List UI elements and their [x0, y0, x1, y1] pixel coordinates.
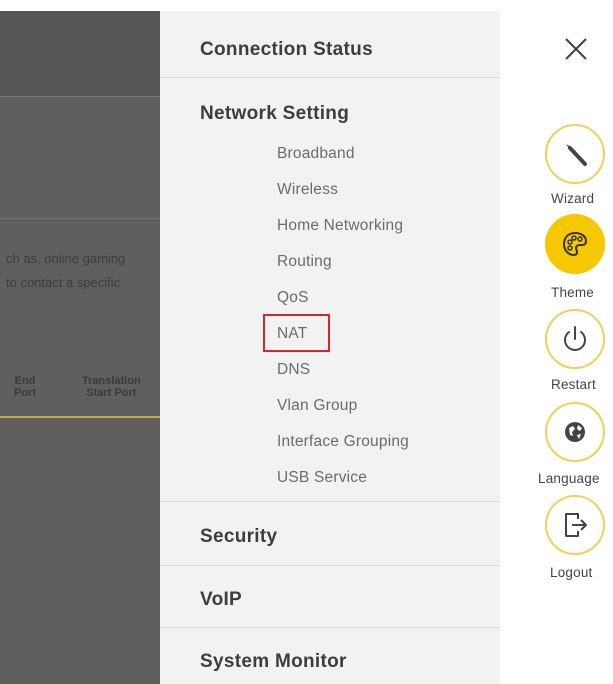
wizard-label[interactable]: Wizard	[551, 191, 594, 206]
theme-button[interactable]	[545, 214, 605, 274]
background-description-line: ch as, online gaming	[6, 251, 126, 266]
theme-label[interactable]: Theme	[551, 285, 594, 300]
restart-label[interactable]: Restart	[551, 377, 596, 392]
wizard-wand-icon	[566, 144, 587, 166]
submenu-vlan-group[interactable]: Vlan Group	[277, 397, 357, 415]
menu-system-monitor[interactable]: System Monitor	[200, 651, 347, 673]
menu-network-setting[interactable]: Network Setting	[200, 103, 349, 125]
background-description-line: to contact a specific	[6, 275, 121, 290]
navigation-menu: Connection Status Network Setting Broadb…	[160, 11, 500, 684]
close-button[interactable]	[563, 36, 589, 62]
menu-divider	[160, 627, 500, 628]
power-icon	[564, 326, 586, 351]
submenu-wireless[interactable]: Wireless	[277, 181, 338, 199]
palette-icon	[562, 231, 588, 257]
menu-voip[interactable]: VoIP	[200, 589, 242, 611]
wizard-button[interactable]	[545, 124, 605, 184]
logout-label[interactable]: Logout	[550, 565, 593, 580]
language-button[interactable]	[545, 402, 605, 462]
menu-divider	[160, 501, 500, 502]
globe-icon	[565, 422, 585, 442]
submenu-interface-grouping[interactable]: Interface Grouping	[277, 433, 409, 451]
restart-button[interactable]	[545, 309, 605, 369]
menu-divider	[160, 77, 500, 78]
submenu-qos[interactable]: QoS	[277, 289, 309, 307]
submenu-routing[interactable]: Routing	[277, 253, 332, 271]
close-icon	[565, 38, 587, 60]
column-header-end-port: End Port	[14, 375, 36, 399]
top-strip	[0, 0, 613, 11]
logout-icon	[565, 513, 587, 537]
language-label[interactable]: Language	[538, 471, 600, 486]
logout-button[interactable]	[545, 495, 605, 555]
submenu-broadband[interactable]: Broadband	[277, 145, 355, 163]
menu-security[interactable]: Security	[200, 526, 277, 548]
submenu-usb-service[interactable]: USB Service	[277, 469, 367, 487]
background-table-rule	[0, 416, 160, 418]
submenu-home-networking[interactable]: Home Networking	[277, 217, 403, 235]
background-divider	[0, 218, 160, 219]
background-divider	[0, 96, 160, 97]
background-page: ch as, online gaming to contact a specif…	[0, 11, 160, 684]
menu-divider	[160, 565, 500, 566]
submenu-dns[interactable]: DNS	[277, 361, 310, 379]
menu-connection-status[interactable]: Connection Status	[200, 39, 373, 61]
column-header-translation-start-port: Translation Start Port	[82, 375, 141, 399]
nat-highlight-box	[263, 314, 330, 352]
background-header	[0, 11, 160, 96]
